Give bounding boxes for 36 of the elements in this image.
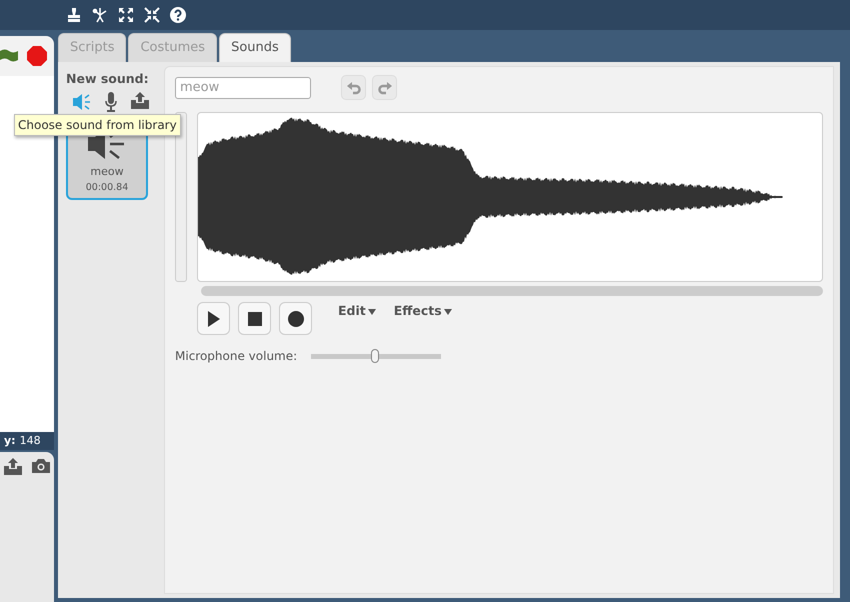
shrink-icon[interactable] xyxy=(144,7,160,23)
y-value: 148 xyxy=(20,432,41,449)
tooltip: Choose sound from library xyxy=(14,114,181,136)
new-sound-label: New sound: xyxy=(66,70,149,88)
undo-icon xyxy=(346,81,360,96)
microphone-icon[interactable] xyxy=(104,92,118,112)
undo-button[interactable] xyxy=(341,75,366,100)
record-icon xyxy=(288,311,304,328)
play-icon xyxy=(208,311,220,328)
stop-button[interactable] xyxy=(238,302,271,335)
flag-icon[interactable] xyxy=(0,48,18,64)
caret-icon xyxy=(368,308,376,315)
redo-icon xyxy=(378,81,392,96)
sound-name-field[interactable]: meow xyxy=(175,76,311,98)
microphone-volume-label: Microphone volume: xyxy=(175,348,298,365)
grow-icon[interactable] xyxy=(118,7,134,23)
slider-thumb[interactable] xyxy=(370,349,379,363)
stop-icon[interactable] xyxy=(26,45,48,67)
menu-button[interactable]: Edit xyxy=(338,302,376,321)
caret-icon xyxy=(444,308,452,315)
menu-button[interactable]: Effects xyxy=(394,302,452,321)
record-button[interactable] xyxy=(279,302,312,335)
scrollbar[interactable] xyxy=(201,286,823,296)
stop-square-icon xyxy=(248,312,262,326)
stamp-icon[interactable] xyxy=(66,7,82,23)
help-icon[interactable] xyxy=(170,7,186,23)
redo-button[interactable] xyxy=(372,75,397,100)
sound-name: meow xyxy=(90,164,124,180)
scissors-icon[interactable] xyxy=(92,7,108,23)
upload-icon[interactable] xyxy=(130,92,150,110)
play-button[interactable] xyxy=(197,302,230,335)
y-label: y: xyxy=(4,432,16,449)
camera-icon[interactable] xyxy=(31,458,51,474)
tab[interactable]: Sounds xyxy=(219,33,291,62)
upload-icon[interactable] xyxy=(3,458,23,476)
sound-duration: 00:00.84 xyxy=(86,180,128,194)
